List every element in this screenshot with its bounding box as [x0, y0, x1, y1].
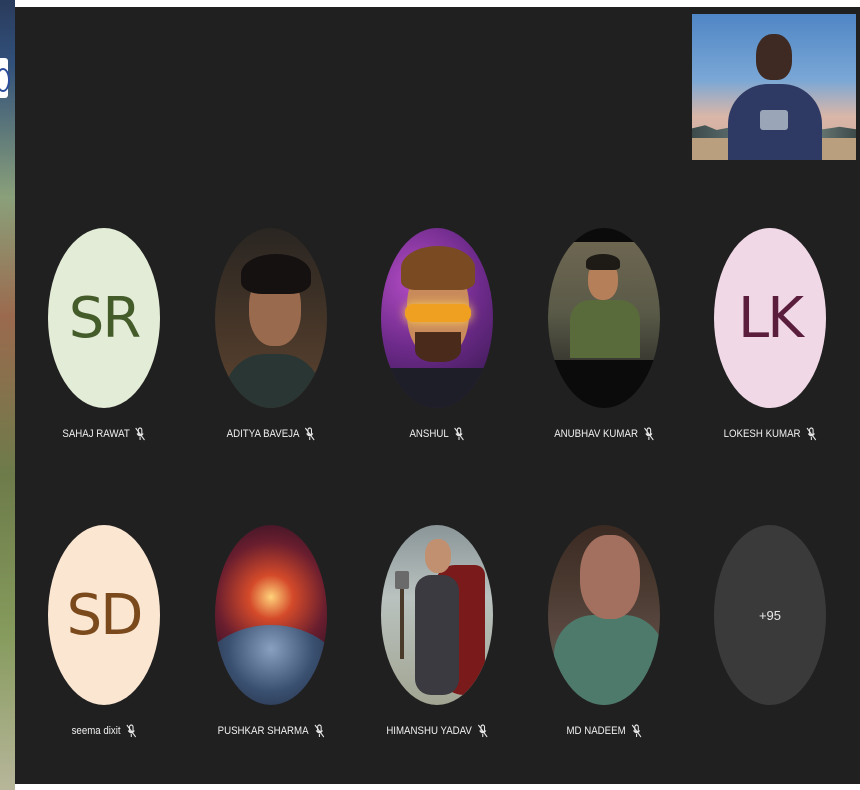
participant-name: LOKESH KUMAR — [723, 428, 801, 440]
avatar-head — [425, 539, 451, 573]
self-view-person-head — [756, 34, 792, 80]
avatar-planet — [215, 625, 327, 705]
participant-name: MD NADEEM — [566, 725, 626, 737]
avatar[interactable] — [548, 228, 660, 408]
avatar-hair — [401, 246, 475, 290]
participant-tile[interactable]: MD NADEEM — [544, 525, 664, 739]
avatar-shirt — [554, 615, 660, 705]
avatar[interactable]: SD — [48, 525, 160, 705]
participant-name-row: SAHAJ RAWAT — [51, 426, 157, 442]
background-desktop-strip — [0, 0, 15, 790]
mic-off-icon — [643, 427, 654, 441]
participant-name: SAHAJ RAWAT — [62, 428, 130, 440]
partial-logo — [0, 58, 10, 98]
participant-tile[interactable]: ANUBHAV KUMAR — [544, 228, 664, 442]
participant-tile[interactable]: SD seema dixit — [44, 525, 164, 739]
participant-name-row: MD NADEEM — [551, 723, 657, 739]
participant-name: ANSHUL — [409, 428, 449, 440]
avatar[interactable]: SR — [48, 228, 160, 408]
participant-name-row: HIMANSHU YADAV — [384, 723, 490, 739]
avatar[interactable]: LK — [714, 228, 826, 408]
avatar-hair — [586, 254, 620, 270]
avatar-glasses — [405, 304, 471, 322]
hammer-icon — [395, 571, 409, 589]
participant-name-row: seema dixit — [51, 723, 157, 739]
participant-name-row: ANSHUL — [384, 426, 490, 442]
avatar-beard — [415, 332, 461, 362]
participant-name-row: LOKESH KUMAR — [717, 426, 823, 442]
mic-off-icon — [314, 724, 325, 738]
participant-tile[interactable]: HIMANSHU YADAV — [377, 525, 497, 739]
avatar[interactable] — [381, 525, 493, 705]
participant-name: ADITYA BAVEJA — [226, 428, 300, 440]
participant-name-row: PUSHKAR SHARMA — [218, 723, 324, 739]
more-participants-tile[interactable]: +95 — [710, 525, 830, 705]
avatar-body — [415, 575, 459, 695]
avatar-body — [570, 300, 640, 358]
self-view-shirt-print — [760, 110, 788, 130]
avatar-shirt — [225, 354, 321, 408]
mic-off-icon — [631, 724, 642, 738]
participant-tile[interactable]: SR SAHAJ RAWAT — [44, 228, 164, 442]
participant-tile[interactable]: LK LOKESH KUMAR — [710, 228, 830, 442]
participant-name-row: ADITYA BAVEJA — [218, 426, 324, 442]
avatar-hair — [241, 254, 311, 294]
avatar-hammer-handle — [400, 589, 404, 659]
participant-name: HIMANSHU YADAV — [386, 725, 472, 737]
avatar[interactable] — [215, 525, 327, 705]
more-participants-button[interactable]: +95 — [714, 525, 826, 705]
participant-name: PUSHKAR SHARMA — [217, 725, 309, 737]
participant-name-row: ANUBHAV KUMAR — [551, 426, 657, 442]
participant-tile[interactable]: ADITYA BAVEJA — [211, 228, 331, 442]
avatar-face — [580, 535, 640, 619]
mic-off-icon — [806, 427, 817, 441]
avatar[interactable] — [548, 525, 660, 705]
avatar[interactable] — [215, 228, 327, 408]
mic-off-icon — [135, 427, 146, 441]
overflow-count: +95 — [758, 607, 782, 623]
participant-name: ANUBHAV KUMAR — [554, 428, 638, 440]
self-video-preview[interactable] — [692, 14, 856, 160]
participant-tile[interactable]: ANSHUL — [377, 228, 497, 442]
avatar-coat — [385, 368, 491, 408]
mic-off-icon — [305, 427, 316, 441]
avatar[interactable] — [381, 228, 493, 408]
participant-tile[interactable]: PUSHKAR SHARMA — [211, 525, 331, 739]
mic-off-icon — [126, 724, 137, 738]
mic-off-icon — [454, 427, 465, 441]
meeting-stage: SR SAHAJ RAWAT ADITYA BAVEJA ANSHUL ANUB… — [15, 7, 860, 784]
participant-name: seema dixit — [71, 725, 121, 737]
mic-off-icon — [477, 724, 488, 738]
